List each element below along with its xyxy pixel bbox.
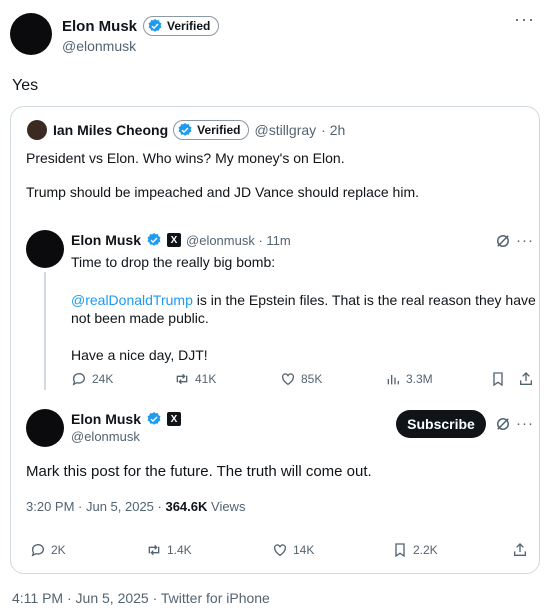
views-icon xyxy=(387,375,399,385)
nested-repost-button[interactable]: 41K xyxy=(174,371,216,387)
reply-icon xyxy=(72,373,85,386)
grok-icon[interactable] xyxy=(494,415,512,433)
repost-icon xyxy=(148,544,160,556)
quoted-text-line1: President vs Elon. Who wins? My money's … xyxy=(26,150,345,166)
reply-text: Mark this post for the future. The truth… xyxy=(26,463,372,480)
repost-button[interactable]: 1.4K xyxy=(146,542,192,558)
share-icon[interactable] xyxy=(512,542,528,563)
nested-like-button[interactable]: 85K xyxy=(280,371,322,387)
quoted-handle[interactable]: @stillgray xyxy=(254,122,316,138)
like-icon xyxy=(274,544,286,557)
nested-reply-button[interactable]: 24K xyxy=(71,371,113,387)
nested-text-line2: is in the Epstein files. That is the rea… xyxy=(192,292,536,308)
nested-text-line1: Time to drop the really big bomb: xyxy=(71,254,276,270)
quoted-author-name[interactable]: Ian Miles Cheong xyxy=(53,122,168,138)
like-count: 14K xyxy=(293,543,315,557)
repost-icon xyxy=(176,373,188,385)
reply-button[interactable]: 2K xyxy=(30,542,66,558)
more-icon[interactable]: ··· xyxy=(516,233,534,248)
quoted-text-line2: Trump should be impeached and JD Vance s… xyxy=(26,184,419,200)
nested-text-line3: not been made public. xyxy=(71,310,209,326)
verified-badge-icon xyxy=(148,19,162,32)
nested-text-line4: Have a nice day, DJT! xyxy=(71,347,208,363)
mention-link[interactable]: @realDonaldTrump xyxy=(71,292,193,308)
thread-line xyxy=(44,272,46,390)
reply-handle[interactable]: @elonmusk xyxy=(71,429,140,444)
reply-avatar[interactable] xyxy=(26,409,64,447)
bookmark-icon xyxy=(395,543,405,558)
bookmark-count: 2.2K xyxy=(413,543,438,557)
more-icon[interactable]: ··· xyxy=(514,10,535,28)
like-count: 85K xyxy=(301,372,323,386)
reply-views-count: 364.6K xyxy=(165,499,208,514)
nested-handle-time[interactable]: @elonmusk · 11m xyxy=(186,233,291,248)
views-count: 3.3M xyxy=(406,372,433,386)
bookmark-button[interactable]: 2.2K xyxy=(392,542,438,558)
quoted-verified-badge[interactable]: Verified xyxy=(173,120,250,140)
quoted-avatar[interactable] xyxy=(27,120,47,140)
verified-badge-icon xyxy=(147,412,161,425)
nested-avatar[interactable] xyxy=(26,230,64,268)
reply-views-label: Views xyxy=(207,499,246,514)
repost-count: 1.4K xyxy=(167,543,192,557)
tweet-text: Yes xyxy=(12,77,39,94)
repost-count: 41K xyxy=(195,372,217,386)
like-icon xyxy=(282,373,294,386)
bookmark-icon[interactable] xyxy=(490,371,506,392)
reply-count: 24K xyxy=(92,372,114,386)
main-tweet-timestamp[interactable]: 4:11 PM · Jun 5, 2025 · Twitter for iPho… xyxy=(12,590,270,606)
like-button[interactable]: 14K xyxy=(272,542,314,558)
quoted-time[interactable]: · 2h xyxy=(321,122,345,138)
verified-label: Verified xyxy=(167,19,211,33)
verified-badge-icon xyxy=(147,233,161,246)
verified-badge-icon xyxy=(178,123,192,136)
reply-count: 2K xyxy=(51,543,66,557)
nested-views-button[interactable]: 3.3M xyxy=(385,371,433,387)
avatar[interactable] xyxy=(10,13,52,55)
x-affiliate-icon: X xyxy=(167,233,182,247)
author-name[interactable]: Elon Musk xyxy=(62,18,137,35)
reply-author-name[interactable]: Elon Musk xyxy=(71,411,141,427)
quoted-verified-label: Verified xyxy=(197,123,241,137)
grok-icon[interactable] xyxy=(494,232,512,250)
more-icon[interactable]: ··· xyxy=(516,416,534,431)
subscribe-button[interactable]: Subscribe xyxy=(396,410,486,438)
verified-badge[interactable]: Verified xyxy=(143,16,220,36)
reply-timestamp[interactable]: 3:20 PM · Jun 5, 2025 · xyxy=(26,499,165,514)
share-icon[interactable] xyxy=(518,371,534,392)
nested-author-name[interactable]: Elon Musk xyxy=(71,232,141,248)
x-affiliate-icon: X xyxy=(167,412,182,426)
reply-icon xyxy=(31,544,44,557)
author-handle[interactable]: @elonmusk xyxy=(62,38,136,54)
